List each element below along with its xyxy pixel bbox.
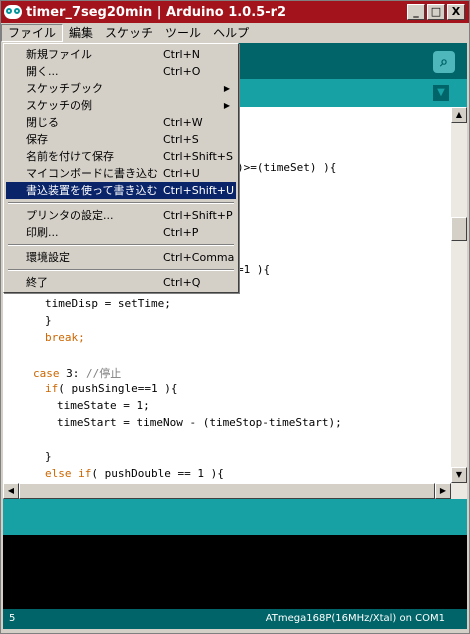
menu-separator — [8, 202, 234, 204]
code-line: else if( pushDouble == 1 ){ — [45, 467, 224, 480]
keyword: else if — [45, 467, 92, 480]
menu-file[interactable]: ファイル — [1, 24, 64, 42]
menu-item-open[interactable]: 開く... Ctrl+O — [6, 63, 236, 80]
horizontal-scrollbar[interactable]: ◀ ▶ — [3, 483, 467, 499]
menu-item-label: マイコンボードに書き込む — [26, 167, 158, 180]
vertical-scroll-thumb[interactable] — [451, 217, 467, 241]
code-line: } — [45, 314, 52, 327]
status-bar: 5 ATmega168P(16MHz/Xtal) on COM1 — [3, 609, 467, 629]
menu-item-shortcut: Ctrl+Q — [163, 276, 201, 289]
code-line: break; — [45, 331, 85, 344]
line-number: 5 — [9, 613, 16, 624]
code-line: case 3: //停止 — [33, 365, 121, 381]
close-button[interactable]: X — [447, 4, 465, 20]
window-controls: _ □ X — [407, 4, 465, 20]
menu-item-label: 書込装置を使って書き込む — [26, 184, 158, 197]
menu-bar: ファイル 編集 スケッチ ツール ヘルプ — [1, 23, 469, 43]
menu-item-upload-using-programmer[interactable]: 書込装置を使って書き込む Ctrl+Shift+U — [6, 182, 236, 199]
keyword: if — [45, 382, 59, 395]
window-title: timer_7seg20min | Arduino 1.0.5-r2 — [26, 4, 287, 20]
menu-item-shortcut: Ctrl+S — [163, 133, 199, 146]
horizontal-scroll-thumb[interactable] — [19, 483, 435, 499]
menu-item-label: スケッチの例 — [26, 99, 92, 112]
menu-item-shortcut: Ctrl+O — [163, 65, 201, 78]
arduino-window: timer_7seg20min | Arduino 1.0.5-r2 _ □ X… — [0, 0, 470, 634]
menu-item-quit[interactable]: 終了 Ctrl+Q — [6, 274, 236, 291]
scroll-down-icon[interactable]: ▼ — [451, 467, 467, 483]
menu-item-label: 開く... — [26, 65, 59, 78]
keyword: case — [33, 367, 60, 380]
file-menu-dropdown: 新規ファイル Ctrl+N 開く... Ctrl+O スケッチブック ▶ スケッ… — [3, 43, 239, 293]
menu-item-upload[interactable]: マイコンボードに書き込む Ctrl+U — [6, 165, 236, 182]
code-text: ( pushDouble == 1 ){ — [91, 467, 224, 480]
menu-item-save-as[interactable]: 名前を付けて保存 Ctrl+Shift+S — [6, 148, 236, 165]
menu-item-label: 印刷... — [26, 226, 59, 239]
menu-sketch[interactable]: スケッチ — [99, 24, 159, 42]
menu-item-label: 名前を付けて保存 — [26, 150, 114, 163]
menu-item-save[interactable]: 保存 Ctrl+S — [6, 131, 236, 148]
comment: //停止 — [86, 367, 122, 380]
code-line: =1 ){ — [237, 263, 271, 276]
submenu-arrow-icon: ▶ — [223, 101, 230, 110]
menu-item-shortcut: Ctrl+Shift+S — [163, 150, 233, 163]
menu-item-preferences[interactable]: 環境設定 Ctrl+Comma — [6, 249, 236, 266]
arduino-logo-icon — [4, 5, 22, 19]
menu-item-label: 新規ファイル — [26, 48, 92, 61]
vertical-scrollbar[interactable]: ▲ ▼ — [451, 107, 467, 483]
code-line: timeStart = timeNow - (timeStop-timeStar… — [57, 416, 342, 429]
code-text: 3: — [59, 367, 86, 380]
menu-item-label: プリンタの設定... — [26, 209, 114, 222]
scroll-left-icon[interactable]: ◀ — [3, 483, 19, 499]
code-line: if( pushSingle==1 ){ — [45, 382, 177, 395]
message-area — [3, 499, 467, 535]
code-line: timeDisp = setTime; — [45, 297, 171, 310]
menu-item-shortcut: Ctrl+U — [163, 167, 200, 180]
tab-menu-icon[interactable]: ▼ — [433, 85, 449, 101]
menu-separator — [8, 244, 234, 246]
menu-item-shortcut: Ctrl+Shift+P — [163, 209, 233, 222]
menu-item-label: 保存 — [26, 133, 48, 146]
title-bar[interactable]: timer_7seg20min | Arduino 1.0.5-r2 _ □ X — [1, 1, 469, 23]
menu-item-new[interactable]: 新規ファイル Ctrl+N — [6, 46, 236, 63]
menu-item-examples[interactable]: スケッチの例 ▶ — [6, 97, 236, 114]
maximize-button[interactable]: □ — [427, 4, 445, 20]
menu-item-label: スケッチブック — [26, 82, 103, 95]
menu-tools[interactable]: ツール — [159, 24, 207, 42]
menu-item-shortcut: Ctrl+Shift+U — [163, 184, 235, 197]
code-line: } — [45, 450, 52, 463]
console-output — [3, 535, 467, 609]
code-line: )>=(timeSet) ){ — [237, 161, 337, 174]
menu-item-label: 終了 — [26, 276, 48, 289]
menu-item-label: 閉じる — [26, 116, 59, 129]
menu-item-label: 環境設定 — [26, 251, 70, 264]
code-line: timeState = 1; — [57, 399, 150, 412]
menu-help[interactable]: ヘルプ — [207, 24, 255, 42]
minimize-button[interactable]: _ — [407, 4, 425, 20]
submenu-arrow-icon: ▶ — [223, 84, 230, 93]
menu-edit[interactable]: 編集 — [63, 24, 99, 42]
menu-item-shortcut: Ctrl+P — [163, 226, 199, 239]
menu-item-sketchbook[interactable]: スケッチブック ▶ — [6, 80, 236, 97]
serial-monitor-icon[interactable]: ⌕ — [433, 51, 455, 73]
menu-separator — [8, 269, 234, 271]
menu-item-page-setup[interactable]: プリンタの設定... Ctrl+Shift+P — [6, 207, 236, 224]
menu-item-close[interactable]: 閉じる Ctrl+W — [6, 114, 236, 131]
menu-item-print[interactable]: 印刷... Ctrl+P — [6, 224, 236, 241]
code-text: ( pushSingle==1 ){ — [58, 382, 178, 395]
board-info: ATmega168P(16MHz/Xtal) on COM1 — [265, 613, 445, 624]
menu-item-shortcut: Ctrl+N — [163, 48, 201, 61]
menu-item-shortcut: Ctrl+Comma — [163, 251, 235, 264]
scroll-up-icon[interactable]: ▲ — [451, 107, 467, 123]
scroll-right-icon[interactable]: ▶ — [435, 483, 451, 499]
menu-item-shortcut: Ctrl+W — [163, 116, 203, 129]
